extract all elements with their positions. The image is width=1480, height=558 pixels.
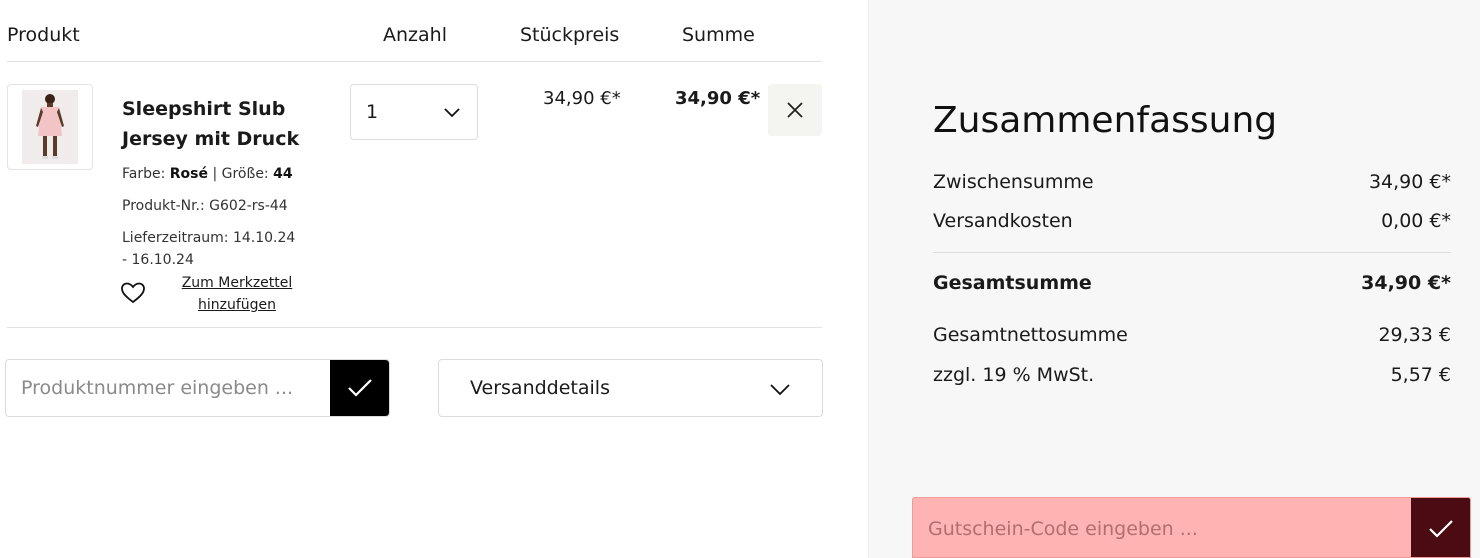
summary-value: 34,90 €* [1368,171,1451,193]
shipping-details-dropdown[interactable]: Versanddetails [438,359,823,417]
summary-title: Zusammenfassung [933,100,1278,141]
header-anzahl: Anzahl [383,24,447,46]
quantity-value: 1 [366,101,379,123]
quantity-select[interactable]: 1 [350,84,478,140]
net-total-row: Gesamtnettosumme 29,33 € [933,324,1451,346]
summary-label: Gesamtnettosumme [933,324,1128,346]
summary-label: zzgl. 19 % MwSt. [933,364,1095,386]
header-stueckpreis: Stückpreis [520,24,620,46]
close-icon [787,102,803,118]
color-label: Farbe: [122,166,166,182]
summary-value: 0,00 €* [1381,210,1451,232]
vat-row: zzgl. 19 % MwSt. 5,57 € [933,364,1451,386]
chevron-down-icon [444,108,460,118]
size-label: | Größe: [212,166,269,182]
size-value: 44 [273,166,293,182]
product-photo [22,90,78,164]
product-number-text: Produkt-Nr.: G602-rs-44 [122,198,288,214]
heart-icon[interactable] [121,282,145,304]
summary-value: 34,90 €* [1361,272,1451,294]
chevron-down-icon [770,384,790,396]
divider [7,61,822,62]
product-number-input[interactable] [6,360,332,416]
summary-value: 29,33 € [1378,324,1451,346]
shipping-details-label: Versanddetails [470,377,610,399]
summary-panel: Zusammenfassung Zwischensumme 34,90 €* V… [868,0,1480,558]
shipping-cost-row: Versandkosten 0,00 €* [933,210,1451,232]
unit-price: 34,90 €* [543,88,621,109]
summary-label: Zwischensumme [933,171,1094,193]
cart-items-panel: Produkt Anzahl Stückpreis Summe Sleepshi… [0,0,868,558]
divider [933,252,1451,253]
product-variant: Farbe: Rosé | Größe: 44 [122,163,293,185]
header-summe: Summe [682,24,755,46]
color-value: Rosé [169,166,209,182]
coupon-code-input[interactable] [913,498,1411,557]
divider [7,327,822,328]
checkmark-icon [347,379,372,397]
product-name[interactable]: Sleepshirt Slub Jersey mit Druck [122,94,322,154]
grand-total-row: Gesamtsumme 34,90 €* [933,272,1451,294]
add-to-wishlist-link[interactable]: Zum Merkzettel hinzufügen [172,272,302,316]
product-number-submit-button[interactable] [330,360,389,416]
product-number-form [5,359,390,417]
remove-item-button[interactable] [768,84,822,136]
line-total: 34,90 €* [675,88,761,109]
summary-label: Gesamtsumme [933,272,1092,294]
summary-value: 5,57 € [1390,364,1451,386]
subtotal-row: Zwischensumme 34,90 €* [933,171,1451,193]
header-produkt: Produkt [7,24,80,46]
checkmark-icon [1428,519,1453,538]
summary-label: Versandkosten [933,210,1073,232]
delivery-period: Lieferzeitraum: 14.10.24 - 16.10.24 [122,230,296,268]
coupon-submit-button[interactable] [1411,498,1470,557]
coupon-form [912,497,1471,558]
product-image[interactable] [7,84,93,170]
